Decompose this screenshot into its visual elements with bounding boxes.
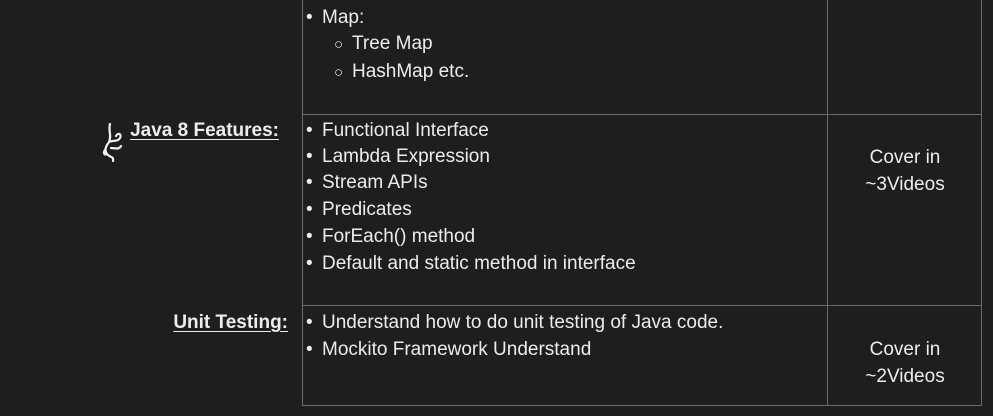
hand-pointer-icon [102,122,123,163]
row-divider-2 [302,305,982,306]
bullet: • [306,120,313,141]
list-item: • Understand how to do unit testing of Ja… [306,310,723,336]
cover-note-line1: Cover in [869,339,941,360]
list-item: • ForEach() method [306,224,475,250]
table-border-left [302,0,303,406]
list-item: • Stream APIs [306,170,428,196]
cover-note-line1: Cover in [869,147,941,168]
list-item: • Map: [306,5,364,31]
list-item: • Predicates [306,197,412,223]
list-item: • Mockito Framework Understand [306,337,591,363]
sub-list-item: ○ Tree Map [334,31,433,58]
cover-note-java8: Cover in ~3Videos [825,144,985,198]
bullet: • [306,226,313,247]
bullet: • [306,146,313,167]
sub-bullet: ○ [334,36,344,53]
row-divider-1 [302,114,982,115]
list-item: • Functional Interface [306,118,489,144]
cover-note-line2: ~3Videos [865,174,945,195]
bullet: • [306,199,313,220]
bullet: • [306,312,313,333]
sub-list-item: ○ HashMap etc. [334,59,469,86]
bullet: • [306,172,313,193]
bullet: • [306,253,313,274]
list-item: • Lambda Expression [306,144,490,170]
bullet: • [306,7,313,28]
sub-bullet: ○ [334,64,344,81]
section-title-unit-testing: Unit Testing: [173,312,288,333]
cover-note-line2: ~2Videos [865,366,945,387]
section-title-java8: Java 8 Features: [130,120,279,141]
bullet: • [306,339,313,360]
cover-note-unit-testing: Cover in ~2Videos [825,336,985,390]
table-border-bottom [302,405,982,406]
list-item: • Default and static method in interface [306,251,636,277]
